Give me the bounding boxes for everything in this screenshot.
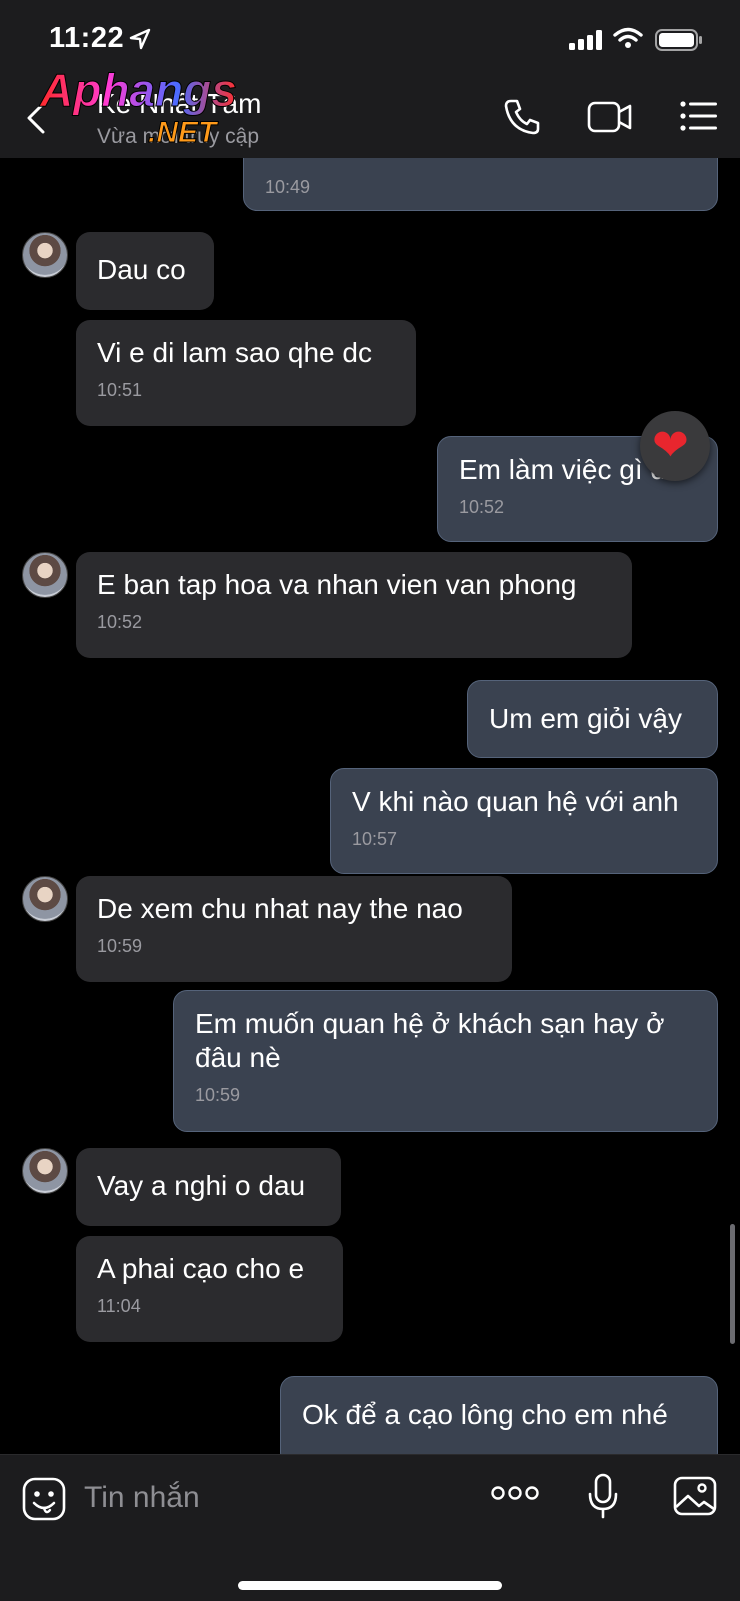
message-time: 10:52 bbox=[97, 612, 143, 632]
message-incoming[interactable]: Dau co bbox=[76, 232, 214, 310]
message-time: 11:04 bbox=[97, 1296, 141, 1316]
message-outgoing[interactable]: 10:49 bbox=[243, 158, 718, 211]
message-text: Dau co bbox=[97, 254, 186, 285]
location-arrow-icon bbox=[129, 28, 151, 50]
message-list[interactable]: 10:49 Dau co Vi e di lam sao qhe dc 10:5… bbox=[0, 158, 740, 1454]
contact-avatar[interactable] bbox=[22, 876, 68, 922]
message-incoming[interactable]: Vi e di lam sao qhe dc 10:51 bbox=[76, 320, 416, 426]
cellular-signal-icon bbox=[569, 30, 602, 50]
heart-icon: ❤ bbox=[652, 421, 689, 470]
svg-text:Aphangs: Aphangs bbox=[39, 64, 237, 116]
message-time: 10:52 bbox=[459, 497, 505, 517]
message-outgoing[interactable]: Em muốn quan hệ ở khách sạn hay ở đâu nè… bbox=[173, 990, 718, 1132]
battery-icon bbox=[655, 29, 702, 51]
message-outgoing[interactable]: Um em giỏi vậy bbox=[467, 680, 718, 758]
message-incoming[interactable]: Vay a nghi o dau bbox=[76, 1148, 341, 1226]
image-icon[interactable] bbox=[673, 1476, 717, 1516]
message-text: E ban tap hoa va nhan vien van phong bbox=[97, 569, 577, 600]
wifi-icon bbox=[613, 27, 643, 48]
status-time: 11:22 bbox=[49, 22, 125, 54]
scrollbar[interactable] bbox=[730, 1224, 735, 1344]
message-incoming[interactable]: E ban tap hoa va nhan vien van phong 10:… bbox=[76, 552, 632, 658]
video-camera-icon[interactable] bbox=[587, 100, 633, 134]
phone-icon[interactable] bbox=[502, 97, 542, 137]
message-text: V khi nào quan hệ với anh bbox=[352, 786, 679, 817]
message-text: Ok để a cạo lông cho em nhé bbox=[302, 1399, 668, 1430]
message-text: Um em giỏi vậy bbox=[489, 703, 682, 734]
more-dots-icon[interactable] bbox=[491, 1485, 539, 1501]
message-outgoing[interactable]: V khi nào quan hệ với anh 10:57 bbox=[330, 768, 718, 874]
list-menu-icon[interactable] bbox=[680, 100, 718, 132]
message-time: 10:59 bbox=[97, 936, 143, 956]
contact-avatar[interactable] bbox=[22, 552, 68, 598]
heart-reaction[interactable]: ❤ bbox=[640, 411, 710, 481]
chat-header: Kẻ Nhất Tâm Vừa mới truy cập Aphangs .NE… bbox=[0, 64, 740, 159]
message-time: 10:59 bbox=[195, 1085, 241, 1105]
message-text: A phai cạo cho e bbox=[97, 1253, 305, 1284]
contact-avatar[interactable] bbox=[22, 1148, 68, 1194]
home-indicator[interactable] bbox=[238, 1581, 502, 1590]
svg-text:.NET: .NET bbox=[148, 116, 219, 149]
emoji-sticker-icon[interactable] bbox=[22, 1477, 66, 1521]
message-text: Em muốn quan hệ ở khách sạn hay ở đâu nè bbox=[195, 1008, 665, 1073]
message-text: Vay a nghi o dau bbox=[97, 1170, 306, 1201]
message-text: De xem chu nhat nay the nao bbox=[97, 893, 463, 924]
microphone-icon[interactable] bbox=[587, 1473, 619, 1519]
message-text: Vi e di lam sao qhe dc bbox=[97, 337, 372, 368]
message-input[interactable] bbox=[84, 1475, 464, 1521]
message-incoming[interactable]: De xem chu nhat nay the nao 10:59 bbox=[76, 876, 512, 982]
message-composer bbox=[0, 1454, 740, 1601]
message-outgoing[interactable]: Ok để a cạo lông cho em nhé bbox=[280, 1376, 718, 1454]
contact-avatar[interactable] bbox=[22, 232, 68, 278]
message-time: 10:51 bbox=[97, 380, 143, 400]
message-time: 10:49 bbox=[265, 177, 311, 197]
message-time: 10:57 bbox=[352, 829, 398, 849]
message-incoming[interactable]: A phai cạo cho e 11:04 bbox=[76, 1236, 343, 1342]
watermark-logo: Aphangs .NET bbox=[39, 64, 238, 150]
